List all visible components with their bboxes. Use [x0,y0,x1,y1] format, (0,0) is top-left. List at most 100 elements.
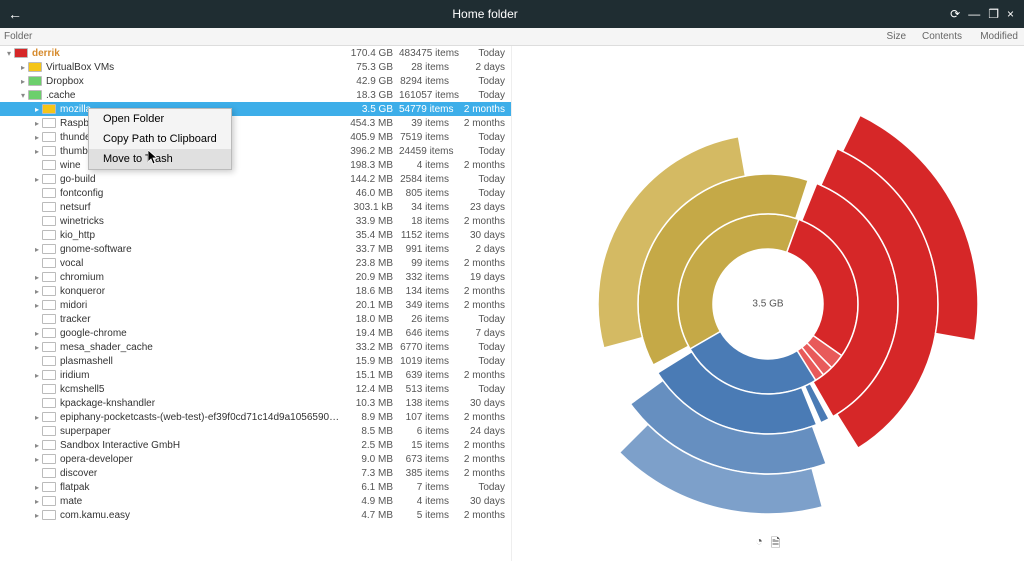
expand-arrow-icon[interactable]: ▸ [32,105,42,114]
reload-icon[interactable]: ⟳ [950,7,960,21]
expand-arrow-icon[interactable]: ▸ [32,245,42,254]
tree-row[interactable]: tracker18.0 MB26 itemsToday [0,312,511,326]
row-size: 15.9 MB [343,356,399,367]
row-name: .cache [46,90,343,101]
tree-row[interactable]: kcmshell512.4 MB513 itemsToday [0,382,511,396]
folder-tree[interactable]: ▾derrik170.4 GB483475 itemsToday▸Virtual… [0,46,512,561]
row-modified: 2 months [455,118,511,129]
expand-arrow-icon[interactable]: ▸ [18,77,28,86]
row-contents: 107 items [399,412,455,423]
tree-row[interactable]: ▾.cache18.3 GB161057 itemsToday [0,88,511,102]
tree-row[interactable]: ▸konqueror18.6 MB134 items2 months [0,284,511,298]
expand-arrow-icon[interactable]: ▸ [32,175,42,184]
tree-row[interactable]: winetricks33.9 MB18 items2 months [0,214,511,228]
tree-row[interactable]: ▸VirtualBox VMs75.3 GB28 items2 days [0,60,511,74]
row-modified: Today [455,76,511,87]
save-icon[interactable]: 🗎 [771,534,781,555]
tree-row[interactable]: fontconfig46.0 MB805 itemsToday [0,186,511,200]
expand-arrow-icon[interactable]: ▾ [4,49,14,58]
tree-row[interactable]: ▸Sandbox Interactive GmbH2.5 MB15 items2… [0,438,511,452]
row-size: 12.4 MB [343,384,399,395]
row-size: 454.3 MB [343,118,399,129]
tree-row[interactable]: ▸flatpak6.1 MB7 itemsToday [0,480,511,494]
row-name: flatpak [60,482,343,493]
tree-row[interactable]: ▸mate4.9 MB4 items30 days [0,494,511,508]
ctx-copy-path[interactable]: Copy Path to Clipboard [89,129,231,149]
expand-arrow-icon[interactable]: ▸ [32,413,42,422]
tree-row[interactable]: ▸com.kamu.easy4.7 MB5 items2 months [0,508,511,522]
ctx-move-trash[interactable]: Move to Trash [89,149,231,169]
row-modified: 24 days [455,426,511,437]
tree-row[interactable]: ▸mozilla3.5 GB54779 items2 months [0,102,511,116]
tree-row[interactable]: ▸mesa_shader_cache33.2 MB6770 itemsToday [0,340,511,354]
expand-arrow-icon[interactable]: ▾ [18,91,28,100]
row-size: 20.9 MB [343,272,399,283]
row-contents: 646 items [399,328,455,339]
tree-row[interactable]: ▸Raspbe454.3 MB39 items2 months [0,116,511,130]
col-folder[interactable]: Folder [0,31,856,42]
tree-row[interactable]: ▸iridium15.1 MB639 items2 months [0,368,511,382]
expand-arrow-icon[interactable]: ▸ [32,329,42,338]
expand-arrow-icon[interactable]: ▸ [32,483,42,492]
chart-toolbar: ◔ 🗎 [756,534,781,555]
ctx-open-folder[interactable]: Open Folder [89,109,231,129]
row-modified: 2 days [455,244,511,255]
expand-arrow-icon[interactable]: ▸ [32,455,42,464]
row-size: 4.7 MB [343,510,399,521]
tree-row[interactable]: ▸gnome-software33.7 MB991 items2 days [0,242,511,256]
tree-row[interactable]: kio_http35.4 MB1152 items30 days [0,228,511,242]
expand-arrow-icon[interactable]: ▸ [32,147,42,156]
tree-row[interactable]: ▸google-chrome19.4 MB646 items7 days [0,326,511,340]
row-contents: 385 items [399,468,455,479]
color-swatch [42,160,56,170]
expand-arrow-icon[interactable]: ▸ [32,119,42,128]
row-size: 75.3 GB [343,62,399,73]
row-size: 303.1 kB [343,202,399,213]
expand-arrow-icon[interactable]: ▸ [32,511,42,520]
expand-arrow-icon[interactable]: ▸ [32,133,42,142]
tree-row[interactable]: ▸chromium20.9 MB332 items19 days [0,270,511,284]
expand-arrow-icon[interactable]: ▸ [32,497,42,506]
pie-icon[interactable]: ◔ [756,534,763,555]
color-swatch [42,398,56,408]
expand-arrow-icon[interactable]: ▸ [32,371,42,380]
row-contents: 2584 items [399,174,455,185]
color-swatch [42,342,56,352]
row-contents: 4 items [399,160,455,171]
row-contents: 513 items [399,384,455,395]
close-icon[interactable]: × [1007,7,1014,21]
tree-row[interactable]: ▸Dropbox42.9 GB8294 itemsToday [0,74,511,88]
tree-row[interactable]: ▸thumbn396.2 MB24459 itemsToday [0,144,511,158]
tree-row[interactable]: vocal23.8 MB99 items2 months [0,256,511,270]
expand-arrow-icon[interactable]: ▸ [32,343,42,352]
row-contents: 28 items [399,62,455,73]
maximize-icon[interactable]: ❐ [988,7,999,21]
tree-row[interactable]: plasmashell15.9 MB1019 itemsToday [0,354,511,368]
row-size: 405.9 MB [343,132,399,143]
expand-arrow-icon[interactable]: ▸ [32,287,42,296]
expand-arrow-icon[interactable]: ▸ [32,301,42,310]
col-contents[interactable]: Contents [912,31,968,42]
expand-arrow-icon[interactable]: ▸ [32,273,42,282]
tree-row[interactable]: discover7.3 MB385 items2 months [0,466,511,480]
minimize-icon[interactable]: — [968,7,980,21]
row-contents: 7 items [399,482,455,493]
col-size[interactable]: Size [856,31,912,42]
tree-row[interactable]: superpaper8.5 MB6 items24 days [0,424,511,438]
expand-arrow-icon[interactable]: ▸ [32,441,42,450]
row-modified: 2 months [455,300,511,311]
tree-row[interactable]: ▸thunder405.9 MB7519 itemsToday [0,130,511,144]
back-button[interactable]: ← [0,6,30,22]
col-modified[interactable]: Modified [968,31,1024,42]
tree-row[interactable]: wine198.3 MB4 items2 months [0,158,511,172]
tree-row[interactable]: ▸opera-developer9.0 MB673 items2 months [0,452,511,466]
tree-row[interactable]: ▸epiphany-pocketcasts-(web-test)-ef39f0c… [0,410,511,424]
tree-row[interactable]: ▸go-build144.2 MB2584 itemsToday [0,172,511,186]
color-swatch [42,370,56,380]
tree-row[interactable]: netsurf303.1 kB34 items23 days [0,200,511,214]
row-name: com.kamu.easy [60,510,343,521]
tree-row[interactable]: ▾derrik170.4 GB483475 itemsToday [0,46,511,60]
expand-arrow-icon[interactable]: ▸ [18,63,28,72]
tree-row[interactable]: ▸midori20.1 MB349 items2 months [0,298,511,312]
tree-row[interactable]: kpackage-knshandler10.3 MB138 items30 da… [0,396,511,410]
